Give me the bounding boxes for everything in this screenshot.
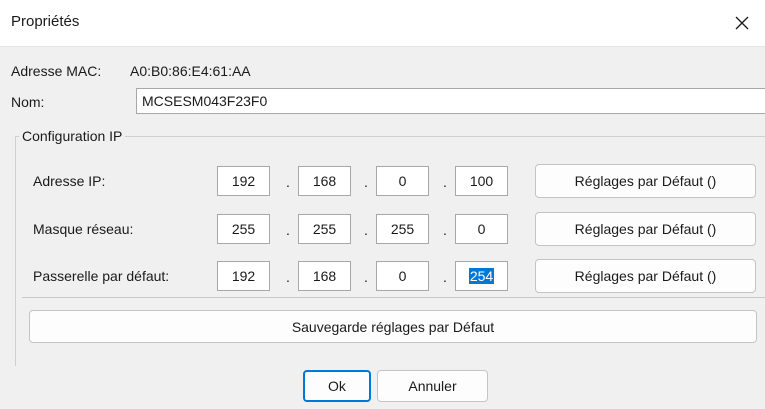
ip-address-octet-3[interactable]: 0 (376, 166, 429, 196)
ip-address-default-button[interactable]: Réglages par Défaut () (535, 164, 756, 198)
octet-value: 0 (398, 268, 407, 284)
octet-value: 192 (231, 268, 256, 284)
octet-value: 255 (231, 221, 256, 237)
ip-address-octet-4[interactable]: 100 (455, 166, 508, 196)
gateway-label: Passerelle par défaut: (33, 268, 170, 284)
divider (22, 297, 765, 298)
close-button[interactable] (719, 0, 765, 46)
octet-value: 255 (312, 221, 337, 237)
octet-value: 168 (312, 268, 337, 284)
octet-value: 192 (231, 173, 256, 189)
dot-separator: . (443, 269, 447, 285)
subnet-mask-octet-2[interactable]: 255 (298, 214, 351, 244)
dot-separator: . (286, 222, 290, 238)
gateway-octet-2[interactable]: 168 (298, 261, 351, 291)
dot-separator: . (443, 174, 447, 190)
gateway-octet-4[interactable]: 254 (455, 261, 508, 291)
dot-separator: . (443, 222, 447, 238)
subnet-mask-octet-3[interactable]: 255 (376, 214, 429, 244)
octet-value-selected: 254 (468, 268, 495, 284)
ip-address-octet-2[interactable]: 168 (298, 166, 351, 196)
title-bar: Propriétés (0, 0, 765, 47)
close-icon (735, 16, 749, 30)
subnet-mask-octet-4[interactable]: 0 (455, 214, 508, 244)
nom-label: Nom: (11, 94, 45, 110)
dot-separator: . (286, 174, 290, 190)
save-defaults-button[interactable]: Sauvegarde réglages par Défaut (29, 310, 757, 343)
octet-value: 255 (390, 221, 415, 237)
dot-separator: . (364, 269, 368, 285)
gateway-octet-1[interactable]: 192 (217, 261, 270, 291)
subnet-mask-octet-1[interactable]: 255 (217, 214, 270, 244)
ip-address-octet-1[interactable]: 192 (217, 166, 270, 196)
mac-label: Adresse MAC: (11, 63, 102, 79)
dot-separator: . (286, 269, 290, 285)
gateway-octet-3[interactable]: 0 (376, 261, 429, 291)
subnet-mask-default-button[interactable]: Réglages par Défaut () (535, 212, 756, 246)
octet-value: 0 (477, 221, 486, 237)
dot-separator: . (364, 222, 368, 238)
ip-config-group-title: Configuration IP (19, 128, 126, 144)
window-title: Propriétés (11, 13, 80, 30)
gateway-default-button[interactable]: Réglages par Défaut () (535, 259, 756, 293)
ip-address-label: Adresse IP: (33, 173, 106, 189)
octet-value: 0 (398, 173, 407, 189)
octet-value: 168 (312, 173, 337, 189)
octet-value: 100 (469, 173, 494, 189)
dot-separator: . (364, 174, 368, 190)
ok-button[interactable]: Ok (303, 370, 371, 402)
mac-value: A0:B0:86:E4:61:AA (130, 63, 251, 79)
subnet-mask-label: Masque réseau: (33, 221, 134, 237)
nom-input[interactable]: MCSESM043F23F0 (136, 88, 765, 114)
cancel-button[interactable]: Annuler (377, 370, 488, 402)
